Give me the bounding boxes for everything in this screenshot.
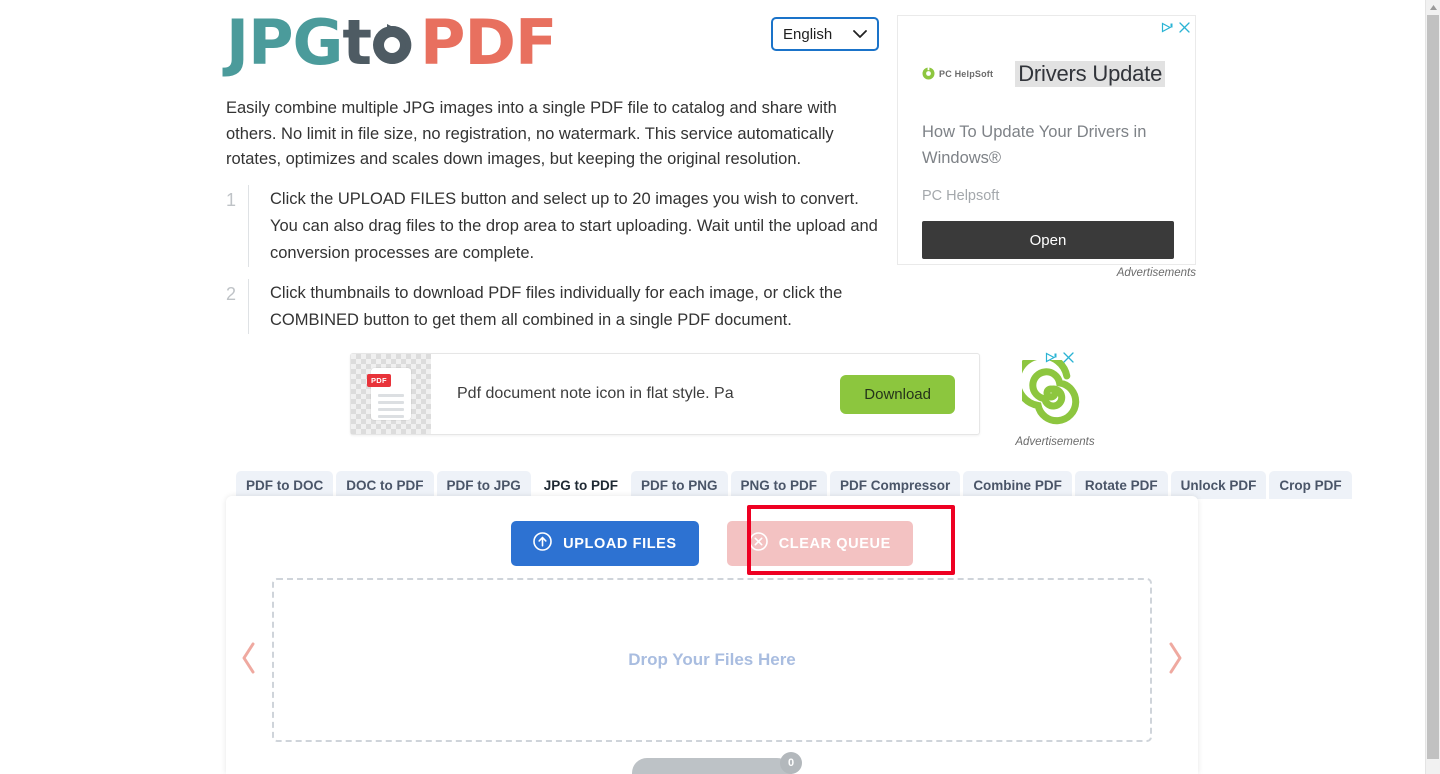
middle-ad-sidebar: Advertisements [995,348,1115,448]
close-icon[interactable] [1179,20,1190,38]
step-divider [248,279,249,334]
rotate-arrow-circle-icon [365,14,419,84]
top-advertisement[interactable]: PC HelpSoft Drivers Update How To Update… [897,15,1196,265]
tab-combine-pdf[interactable]: Combine PDF [963,471,1072,499]
step-item: 1 Click the UPLOAD FILES button and sele… [226,185,886,267]
carousel-prev-button[interactable] [226,641,272,680]
ad-brand: PC HelpSoft [922,66,994,82]
language-selector[interactable]: English [771,17,879,51]
ad-controls[interactable] [1161,20,1190,38]
converter-panel: UPLOAD FILES CLEAR QUEUE Drop Your Files… [226,496,1198,774]
ad-headline: How To Update Your Drivers in Windows® [922,123,1147,167]
spiral-logo-icon [995,352,1115,431]
clear-queue-label: CLEAR QUEUE [778,535,891,552]
step-divider [248,185,249,267]
tab-pdf-to-png[interactable]: PDF to PNG [631,471,728,499]
chevron-right-icon [1166,641,1184,680]
ad-download-button[interactable]: Download [840,374,955,414]
instruction-steps: 1 Click the UPLOAD FILES button and sele… [226,185,886,346]
tab-unlock-pdf[interactable]: Unlock PDF [1170,471,1267,499]
ad-title: Drivers Update [1015,61,1166,87]
language-selected-label: English [783,25,833,43]
middle-advertisement[interactable]: PDF Pdf document note icon in flat style… [350,353,980,435]
upload-files-label: UPLOAD FILES [563,535,677,552]
converter-tabs: PDF to DOC DOC to PDF PDF to JPG JPG to … [236,471,1352,499]
ad-brand-row: PC HelpSoft Drivers Update [922,61,1166,87]
tab-crop-pdf[interactable]: Crop PDF [1269,471,1352,499]
action-buttons: UPLOAD FILES CLEAR QUEUE [226,521,1198,566]
queue-count-badge: 0 [780,752,802,774]
tab-pdf-compressor[interactable]: PDF Compressor [830,471,961,499]
ad-text: Pdf document note icon in flat style. Pa [457,385,734,402]
browser-scrollbar[interactable] [1425,0,1440,774]
ad-open-button[interactable]: Open [922,221,1174,259]
clear-queue-button[interactable]: CLEAR QUEUE [726,521,913,566]
advertisements-label: Advertisements [1015,436,1095,448]
tab-doc-to-pdf[interactable]: DOC to PDF [336,471,434,499]
ad-controls[interactable] [1045,350,1074,368]
adchoices-icon[interactable] [1161,20,1174,38]
tab-pdf-to-jpg[interactable]: PDF to JPG [436,471,531,499]
adchoices-icon[interactable] [1045,350,1058,368]
step-item: 2 Click thumbnails to download PDF files… [226,279,886,334]
tab-png-to-pdf[interactable]: PNG to PDF [730,471,828,499]
page-description: Easily combine multiple JPG images into … [226,99,837,168]
page-canvas: JPGt PDF English Easily combine multiple … [0,0,1425,774]
tab-jpg-to-pdf[interactable]: JPG to PDF [533,471,629,499]
close-circle-icon [748,532,768,555]
chevron-down-icon [853,26,867,43]
pc-helpsoft-logo-icon [922,66,935,82]
pdf-document-icon: PDF [367,368,411,422]
close-icon[interactable] [1063,350,1074,368]
upload-arrow-circle-icon [533,532,552,555]
pdf-doc-lines [378,394,404,422]
ad-advertiser: PC Helpsoft [922,188,1000,204]
middle-advertisement-area: PDF Pdf document note icon in flat style… [350,348,1198,448]
upload-files-button[interactable]: UPLOAD FILES [511,521,699,566]
site-logo: JPGt PDF [226,6,557,84]
step-text: Click thumbnails to download PDF files i… [270,284,843,329]
file-carousel: Drop Your Files Here [226,574,1198,746]
step-number: 2 [226,284,237,304]
content-column: JPGt PDF English Easily combine multiple … [226,0,1352,774]
drop-area-label: Drop Your Files Here [628,650,796,669]
pdf-badge-label: PDF [367,374,391,387]
scroll-up-arrow-icon[interactable] [1426,0,1440,14]
logo-pdf: PDF [420,6,557,79]
tab-rotate-pdf[interactable]: Rotate PDF [1074,471,1168,499]
logo-jpg: JPG [226,6,343,79]
tab-pdf-to-doc[interactable]: PDF to DOC [236,471,334,499]
chevron-left-icon [240,641,258,680]
carousel-next-button[interactable] [1152,641,1198,680]
queue-status-row: 0 [226,752,1198,774]
drop-area[interactable]: Drop Your Files Here [272,578,1152,742]
ad-brand-label: PC HelpSoft [939,69,994,79]
scrollbar-thumb[interactable] [1427,15,1439,759]
advertisements-label: Advertisements [1116,267,1196,279]
ad-thumbnail: PDF [351,354,431,434]
step-number: 1 [226,190,237,210]
queue-progress-bar: 0 [632,752,802,774]
step-text: Click the UPLOAD FILES button and select… [270,190,878,262]
